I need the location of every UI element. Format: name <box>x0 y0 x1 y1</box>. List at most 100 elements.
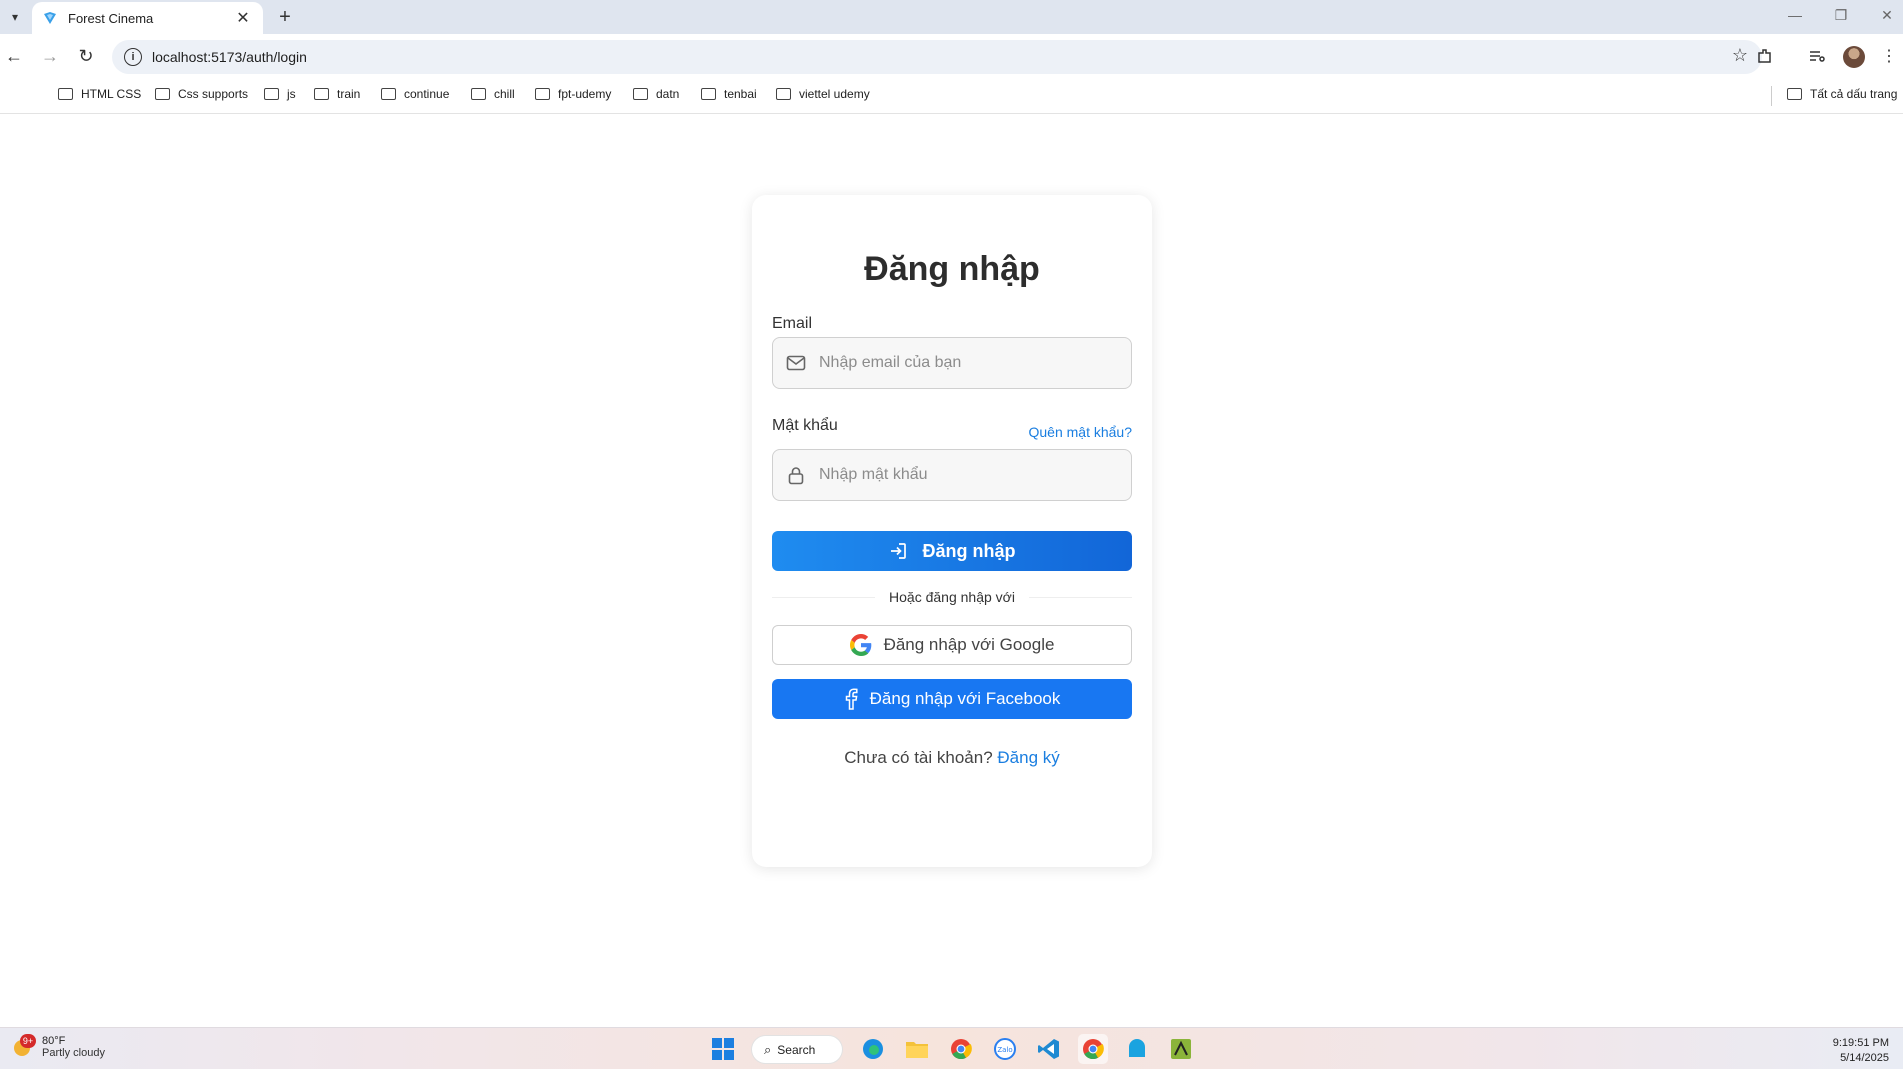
folder-icon <box>633 88 648 100</box>
page-title: Đăng nhập <box>864 250 1040 288</box>
weather-widget[interactable]: 9+ 80°F Partly cloudy <box>10 1034 105 1060</box>
forgot-password-link[interactable]: Quên mật khẩu? <box>1028 424 1132 440</box>
edge-icon[interactable] <box>858 1034 888 1064</box>
bookmark-folder[interactable]: Css supports <box>155 87 248 101</box>
folder-icon <box>1787 88 1802 100</box>
login-button-label: Đăng nhập <box>922 540 1016 561</box>
email-input[interactable] <box>819 354 1109 372</box>
forest-cinema-favicon-icon <box>44 12 56 24</box>
bookmark-label: fpt-udemy <box>558 87 612 101</box>
bookmark-label: Css supports <box>178 87 249 101</box>
weather-badge: 9+ <box>20 1034 36 1048</box>
bookmark-folder[interactable]: viettel udemy <box>776 87 870 101</box>
email-field[interactable] <box>772 337 1132 389</box>
file-explorer-icon[interactable] <box>902 1034 932 1064</box>
tab-search-chevron-icon[interactable]: ▾ <box>4 6 26 28</box>
facebook-login-button[interactable]: Đăng nhập với Facebook <box>772 679 1132 719</box>
folder-icon <box>776 88 791 100</box>
chrome-active-icon[interactable] <box>1078 1034 1108 1064</box>
system-clock[interactable]: 9:19:51 PM 5/14/2025 <box>1833 1036 1889 1066</box>
back-icon[interactable]: ← <box>0 42 28 70</box>
facebook-icon <box>844 688 858 710</box>
mail-icon <box>773 355 819 371</box>
bookmark-label: HTML CSS <box>81 87 142 101</box>
bookmark-folder[interactable]: tenbai <box>701 87 757 101</box>
new-tab-icon[interactable]: + <box>272 4 298 30</box>
clock-time: 9:19:51 PM <box>1832 1037 1889 1049</box>
profile-avatar[interactable] <box>1843 46 1865 68</box>
login-arrow-icon <box>889 542 907 560</box>
forward-icon[interactable]: → <box>36 42 64 70</box>
svg-text:Zalo: Zalo <box>997 1046 1012 1054</box>
folder-icon <box>471 88 486 100</box>
chrome-icon[interactable] <box>946 1034 976 1064</box>
bookmark-label: train <box>337 87 361 101</box>
weather-icon: 9+ <box>10 1034 36 1060</box>
bookmark-folder[interactable]: train <box>314 87 360 101</box>
address-bar[interactable]: i localhost:5173/auth/login ☆ <box>112 40 1762 74</box>
bookmark-label: tenbai <box>724 87 757 101</box>
bookmark-label: Tất cả dấu trang <box>1810 87 1898 101</box>
bookmark-label: viettel udemy <box>799 87 870 101</box>
bookmark-label: js <box>287 87 296 101</box>
app-green-icon[interactable] <box>1166 1034 1196 1064</box>
facebook-login-label: Đăng nhập với Facebook <box>869 689 1061 708</box>
bookmark-folder[interactable]: js <box>264 87 296 101</box>
minimize-icon[interactable]: — <box>1772 0 1818 30</box>
restore-icon[interactable]: ❐ <box>1818 0 1864 30</box>
bookmark-label: chill <box>494 87 515 101</box>
lock-icon <box>773 466 819 485</box>
zalo-icon[interactable]: Zalo <box>990 1034 1020 1064</box>
app-blue-icon[interactable] <box>1122 1034 1152 1064</box>
signup-link[interactable]: Đăng ký <box>997 748 1059 767</box>
search-icon: ⌕ <box>764 1041 772 1057</box>
browser-menu-icon[interactable]: ⋮ <box>1876 43 1902 69</box>
tab-title: Forest Cinema <box>68 10 154 26</box>
bookmark-folder[interactable]: fpt-udemy <box>535 87 611 101</box>
no-account-text: Chưa có tài khoản? <box>844 748 993 767</box>
divider-text: Hoặc đăng nhập với <box>889 589 1015 605</box>
weather-temp: 80°F <box>42 1035 66 1047</box>
bookmark-label: continue <box>404 87 450 101</box>
folder-icon <box>58 88 73 100</box>
password-label: Mật khẩu <box>772 417 838 434</box>
bookmark-label: datn <box>656 87 680 101</box>
google-login-label: Đăng nhập với Google <box>883 635 1055 654</box>
bookmark-folder[interactable]: HTML CSS <box>58 87 141 101</box>
browser-toolbar: ← → ↻ i localhost:5173/auth/login ☆ ⋮ <box>0 34 1903 78</box>
close-tab-icon[interactable]: ✕ <box>233 8 253 28</box>
email-label: Email <box>772 315 813 332</box>
password-input[interactable] <box>819 466 1109 484</box>
url-text: localhost:5173/auth/login <box>152 49 307 65</box>
search-label: Search <box>777 1042 816 1057</box>
folder-icon <box>264 88 279 100</box>
close-window-icon[interactable]: ✕ <box>1864 0 1903 30</box>
bookmarks-divider <box>1771 86 1772 106</box>
google-login-button[interactable]: Đăng nhập với Google <box>772 625 1132 665</box>
signup-prompt: Chưa có tài khoản? Đăng ký <box>752 748 1152 768</box>
media-controls-icon[interactable] <box>1804 43 1830 69</box>
reload-icon[interactable]: ↻ <box>72 42 100 70</box>
bookmark-folder[interactable]: chill <box>471 87 515 101</box>
folder-icon <box>314 88 329 100</box>
bookmark-folder[interactable]: datn <box>633 87 679 101</box>
taskbar-search[interactable]: ⌕ Search <box>752 1036 842 1063</box>
browser-chrome: ▾ Forest Cinema ✕ + — ❐ ✕ ← → ↻ i localh… <box>0 0 1903 115</box>
folder-icon <box>155 88 170 100</box>
bookmark-folder[interactable]: continue <box>381 87 449 101</box>
site-info-icon[interactable]: i <box>124 48 142 66</box>
bookmark-star-icon[interactable]: ☆ <box>1732 45 1748 66</box>
login-button[interactable]: Đăng nhập <box>772 531 1132 571</box>
vscode-icon[interactable] <box>1034 1034 1064 1064</box>
folder-icon <box>701 88 716 100</box>
password-field[interactable] <box>772 449 1132 501</box>
bookmarks-bar: HTML CSS Css supports js train continue … <box>0 78 1903 114</box>
extensions-icon[interactable] <box>1752 43 1778 69</box>
all-bookmarks-folder[interactable]: Tất cả dấu trang <box>1787 87 1897 101</box>
tab-forest-cinema[interactable]: Forest Cinema ✕ <box>32 2 263 34</box>
windows-taskbar: 9+ 80°F Partly cloudy ⌕ Search Zalo 9:19… <box>0 1027 1903 1069</box>
windows-start-icon[interactable] <box>708 1034 738 1064</box>
or-divider: Hoặc đăng nhập với <box>772 587 1132 607</box>
weather-desc: Partly cloudy <box>42 1047 105 1059</box>
folder-icon <box>381 88 396 100</box>
